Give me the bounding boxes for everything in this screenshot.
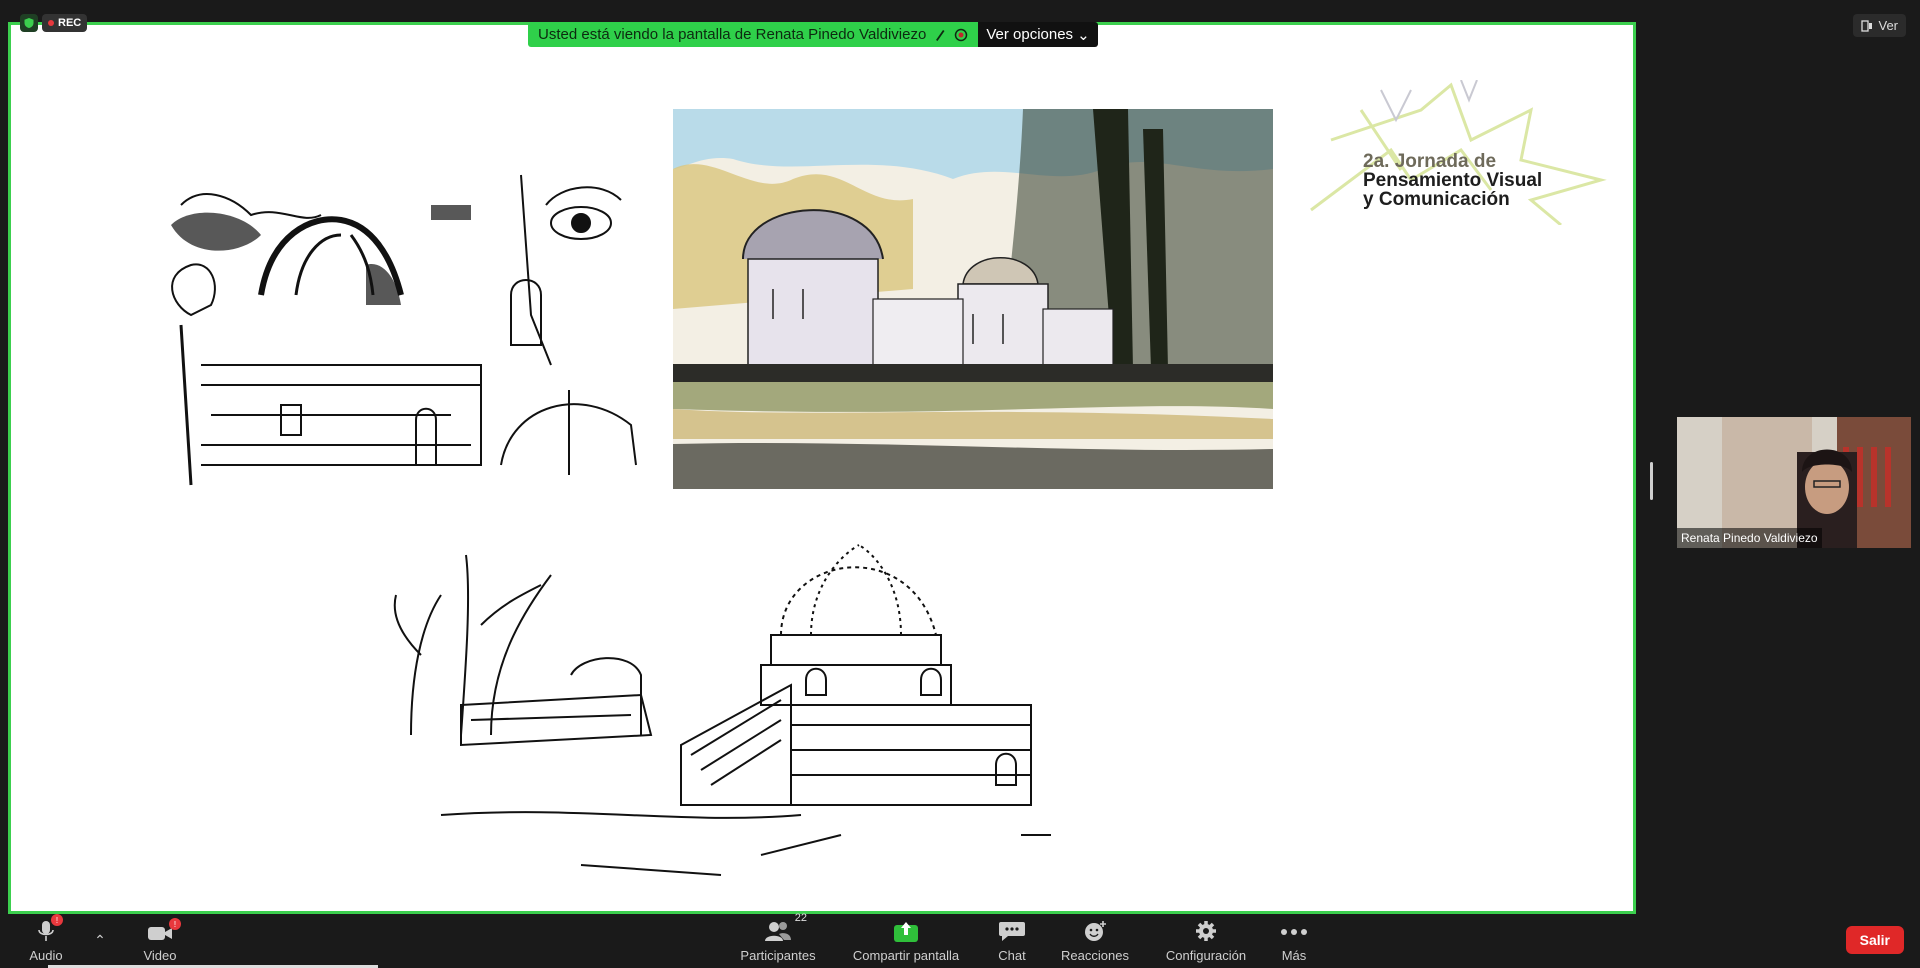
gear-icon: [1195, 920, 1217, 945]
shared-screen: 2a. Jornada de Pensamiento Visual y Comu…: [8, 22, 1636, 914]
event-title-line3: y Comunicación: [1363, 189, 1510, 210]
chat-label: Chat: [998, 948, 1026, 963]
more-dots-icon: [1280, 922, 1308, 945]
recording-indicator: REC: [20, 14, 88, 32]
rec-label: REC: [58, 17, 82, 29]
watercolor-observatory-painting: [673, 109, 1273, 489]
reactions-button[interactable]: Reacciones: [1061, 914, 1129, 968]
panel-resize-handle[interactable]: [1650, 462, 1653, 500]
viewing-indicator: Usted está viendo la pantalla de Renata …: [528, 22, 979, 47]
share-screen-icon: [893, 920, 919, 945]
ink-sketch-observatory-collage: [171, 174, 637, 486]
event-title-line1: 2a. Jornada de: [1363, 151, 1497, 172]
record-circle-icon[interactable]: [954, 28, 968, 42]
participants-label: Participantes: [740, 948, 816, 963]
share-screen-label: Compartir pantalla: [852, 948, 960, 963]
more-label: Más: [1281, 948, 1307, 963]
participant-video-tile[interactable]: Renata Pinedo Valdiviezo: [1677, 417, 1911, 548]
chevron-down-icon: ⌄: [1077, 26, 1090, 44]
participants-icon: 22: [763, 912, 807, 945]
event-title-line2: Pensamiento Visual: [1363, 170, 1543, 191]
exit-button[interactable]: Salir: [1845, 926, 1904, 954]
shield-icon: [20, 14, 38, 32]
audio-button[interactable]: ! Audio: [26, 914, 66, 968]
annotate-icon[interactable]: [934, 28, 946, 42]
event-logo: 2a. Jornada de Pensamiento Visual y Comu…: [1301, 80, 1611, 225]
video-button[interactable]: ! Video: [140, 914, 181, 968]
reactions-label: Reacciones: [1061, 948, 1129, 963]
settings-button[interactable]: Configuración: [1164, 914, 1248, 968]
viewing-banner: Usted está viendo la pantalla de Renata …: [528, 22, 1098, 47]
audio-label: Audio: [29, 948, 63, 963]
rec-badge[interactable]: REC: [42, 14, 88, 32]
participants-button[interactable]: 22 Participantes: [738, 912, 818, 968]
view-button-label: Ver: [1878, 18, 1898, 33]
video-camera-icon: !: [147, 918, 181, 945]
view-options-button[interactable]: Ver opciones ⌄: [978, 22, 1098, 47]
view-options-label: Ver opciones: [986, 26, 1074, 43]
alert-badge: !: [51, 914, 63, 926]
microphone-icon: !: [37, 914, 63, 945]
more-button[interactable]: Más: [1278, 914, 1310, 968]
smiley-plus-icon: [1083, 920, 1107, 945]
chevron-up-icon: ⌃: [94, 932, 106, 948]
chat-button[interactable]: Chat: [994, 914, 1030, 968]
audio-options-button[interactable]: ⌃: [92, 914, 108, 968]
ink-drawing-observatory: [393, 544, 1051, 876]
participants-count: 22: [794, 912, 807, 924]
participant-name-label: Renata Pinedo Valdiviezo: [1677, 528, 1822, 548]
viewing-text: Usted está viendo la pantalla de Renata …: [538, 26, 927, 43]
meeting-toolbar: ! Audio ⌃ ! Video 22 Participantes Compa…: [0, 912, 1920, 968]
settings-label: Configuración: [1165, 948, 1247, 963]
chat-bubble-icon: [998, 920, 1026, 945]
alert-badge: !: [169, 918, 181, 930]
share-screen-button[interactable]: Compartir pantalla: [852, 914, 960, 968]
view-button[interactable]: Ver: [1853, 14, 1906, 37]
view-layout-icon: [1861, 19, 1873, 32]
video-label: Video: [143, 948, 177, 963]
event-title: 2a. Jornada de Pensamiento Visual y Comu…: [1363, 152, 1542, 209]
record-dot-icon: [48, 20, 54, 26]
